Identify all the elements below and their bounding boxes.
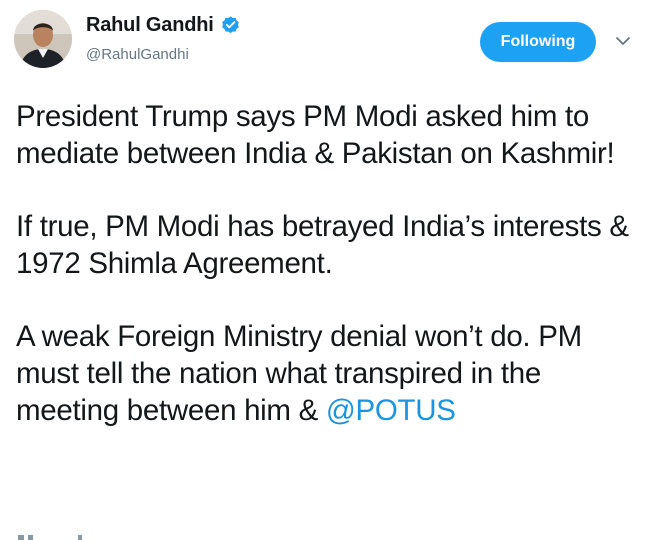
- author-handle[interactable]: @RahulGandhi: [86, 46, 241, 63]
- author-name-row: Rahul Gandhi: [86, 12, 241, 38]
- tweet-text: President Trump says PM Modi asked him t…: [16, 98, 644, 465]
- following-button[interactable]: Following: [480, 22, 596, 62]
- avatar[interactable]: [14, 10, 72, 68]
- tweet-paragraph: President Trump says PM Modi asked him t…: [16, 100, 615, 170]
- tweet-paragraph: If true, PM Modi has betrayed India’s in…: [16, 210, 629, 280]
- tweet-paragraph: A weak Foreign Ministry denial won’t do.…: [16, 318, 644, 429]
- verified-badge-icon: [220, 15, 241, 36]
- tweet-card: Rahul Gandhi @RahulGandhi Following Pres…: [0, 0, 650, 540]
- cropped-text-fragment: [18, 535, 82, 540]
- chevron-down-icon[interactable]: [615, 34, 631, 48]
- avatar-image: [14, 10, 72, 68]
- tweet-author: Rahul Gandhi @RahulGandhi: [86, 12, 241, 63]
- mention-link[interactable]: @POTUS: [326, 394, 456, 427]
- tweet-paragraph-text: A weak Foreign Ministry denial won’t do.…: [16, 320, 582, 427]
- author-display-name[interactable]: Rahul Gandhi: [86, 14, 214, 37]
